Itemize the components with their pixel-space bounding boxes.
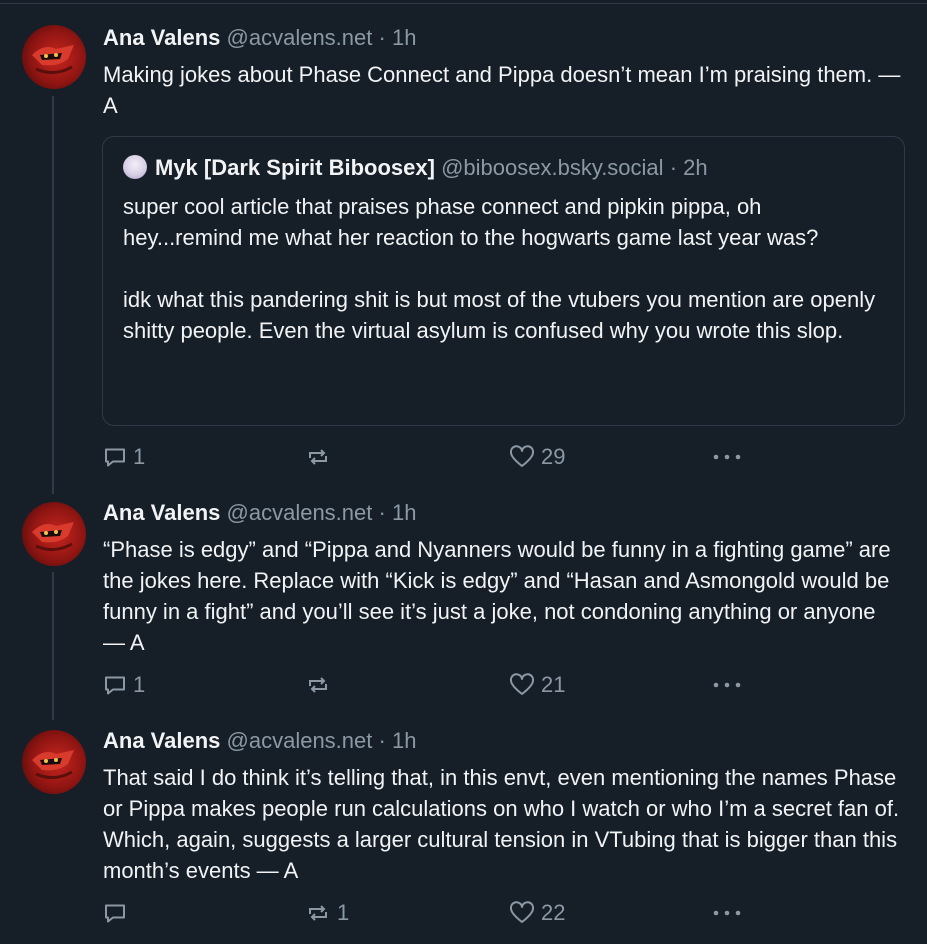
reply-count: 1 bbox=[133, 444, 146, 469]
author-name[interactable]: Ana Valens bbox=[103, 500, 220, 525]
post-text: That said I do think it’s telling that, … bbox=[103, 765, 900, 883]
ellipsis-icon bbox=[712, 673, 742, 697]
like-count: 29 bbox=[541, 444, 566, 469]
reply-button[interactable]: 1 bbox=[103, 670, 145, 700]
timestamp[interactable]: 1h bbox=[392, 500, 416, 525]
more-options-button[interactable] bbox=[712, 670, 742, 700]
repost-button[interactable]: 1 bbox=[305, 898, 349, 928]
quoted-post[interactable]: Myk [Dark Spirit Biboosex] @biboosex.bsk… bbox=[102, 136, 905, 426]
post-header: Ana Valens @acvalens.net · 1h bbox=[103, 500, 416, 526]
author-name[interactable]: Ana Valens bbox=[103, 25, 220, 50]
quote-author-name: Myk [Dark Spirit Biboosex] bbox=[155, 155, 435, 180]
timestamp[interactable]: 1h bbox=[392, 25, 416, 50]
avatar[interactable] bbox=[22, 502, 86, 566]
repost-arrows-icon bbox=[305, 445, 331, 469]
speech-bubble-icon bbox=[103, 901, 127, 925]
post[interactable]: Ana Valens @acvalens.net · 1h That said … bbox=[0, 710, 927, 944]
post-header: Ana Valens @acvalens.net · 1h bbox=[103, 25, 416, 51]
author-handle[interactable]: @acvalens.net bbox=[227, 25, 373, 50]
more-options-button[interactable] bbox=[712, 442, 742, 472]
repost-arrows-icon bbox=[305, 901, 331, 925]
repost-arrows-icon bbox=[305, 673, 331, 697]
quote-header: Myk [Dark Spirit Biboosex] @biboosex.bsk… bbox=[123, 155, 708, 181]
avatar[interactable] bbox=[22, 730, 86, 794]
speech-bubble-icon bbox=[103, 445, 127, 469]
author-name[interactable]: Ana Valens bbox=[103, 728, 220, 753]
heart-icon bbox=[509, 901, 535, 925]
avatar bbox=[123, 155, 147, 179]
more-options-button[interactable] bbox=[712, 898, 742, 928]
ellipsis-icon bbox=[712, 901, 742, 925]
timestamp[interactable]: 1h bbox=[392, 728, 416, 753]
post-header: Ana Valens @acvalens.net · 1h bbox=[103, 728, 416, 754]
post-text: Making jokes about Phase Connect and Pip… bbox=[103, 62, 901, 118]
heart-icon bbox=[509, 445, 535, 469]
post-actions: 1 22 bbox=[0, 898, 927, 928]
like-count: 22 bbox=[541, 900, 566, 925]
post-actions: 1 29 bbox=[0, 442, 927, 472]
like-button[interactable]: 21 bbox=[509, 670, 565, 700]
reply-button[interactable]: 1 bbox=[103, 442, 145, 472]
post-text: “Phase is edgy” and “Pippa and Nyanners … bbox=[103, 537, 891, 655]
like-count: 21 bbox=[541, 672, 566, 697]
separator: · bbox=[378, 728, 386, 753]
ellipsis-icon bbox=[712, 445, 742, 469]
separator: · bbox=[378, 500, 386, 525]
separator: · bbox=[669, 155, 678, 180]
author-handle[interactable]: @acvalens.net bbox=[227, 500, 373, 525]
post-actions: 1 21 bbox=[0, 670, 927, 700]
repost-count: 1 bbox=[337, 900, 350, 925]
like-button[interactable]: 22 bbox=[509, 898, 565, 928]
quote-author-handle: @biboosex.bsky.social bbox=[441, 155, 664, 180]
speech-bubble-icon bbox=[103, 673, 127, 697]
separator: · bbox=[378, 25, 386, 50]
author-handle[interactable]: @acvalens.net bbox=[227, 728, 373, 753]
quote-timestamp: 2h bbox=[683, 155, 708, 180]
reply-button[interactable] bbox=[103, 898, 133, 928]
post[interactable]: Ana Valens @acvalens.net · 1h Making jok… bbox=[0, 0, 927, 480]
repost-button[interactable] bbox=[305, 442, 337, 472]
quote-text: super cool article that praises phase co… bbox=[123, 194, 876, 343]
reply-count: 1 bbox=[133, 672, 146, 697]
like-button[interactable]: 29 bbox=[509, 442, 565, 472]
heart-icon bbox=[509, 673, 535, 697]
avatar[interactable] bbox=[22, 25, 86, 89]
repost-button[interactable] bbox=[305, 670, 337, 700]
post[interactable]: Ana Valens @acvalens.net · 1h “Phase is … bbox=[0, 480, 927, 710]
